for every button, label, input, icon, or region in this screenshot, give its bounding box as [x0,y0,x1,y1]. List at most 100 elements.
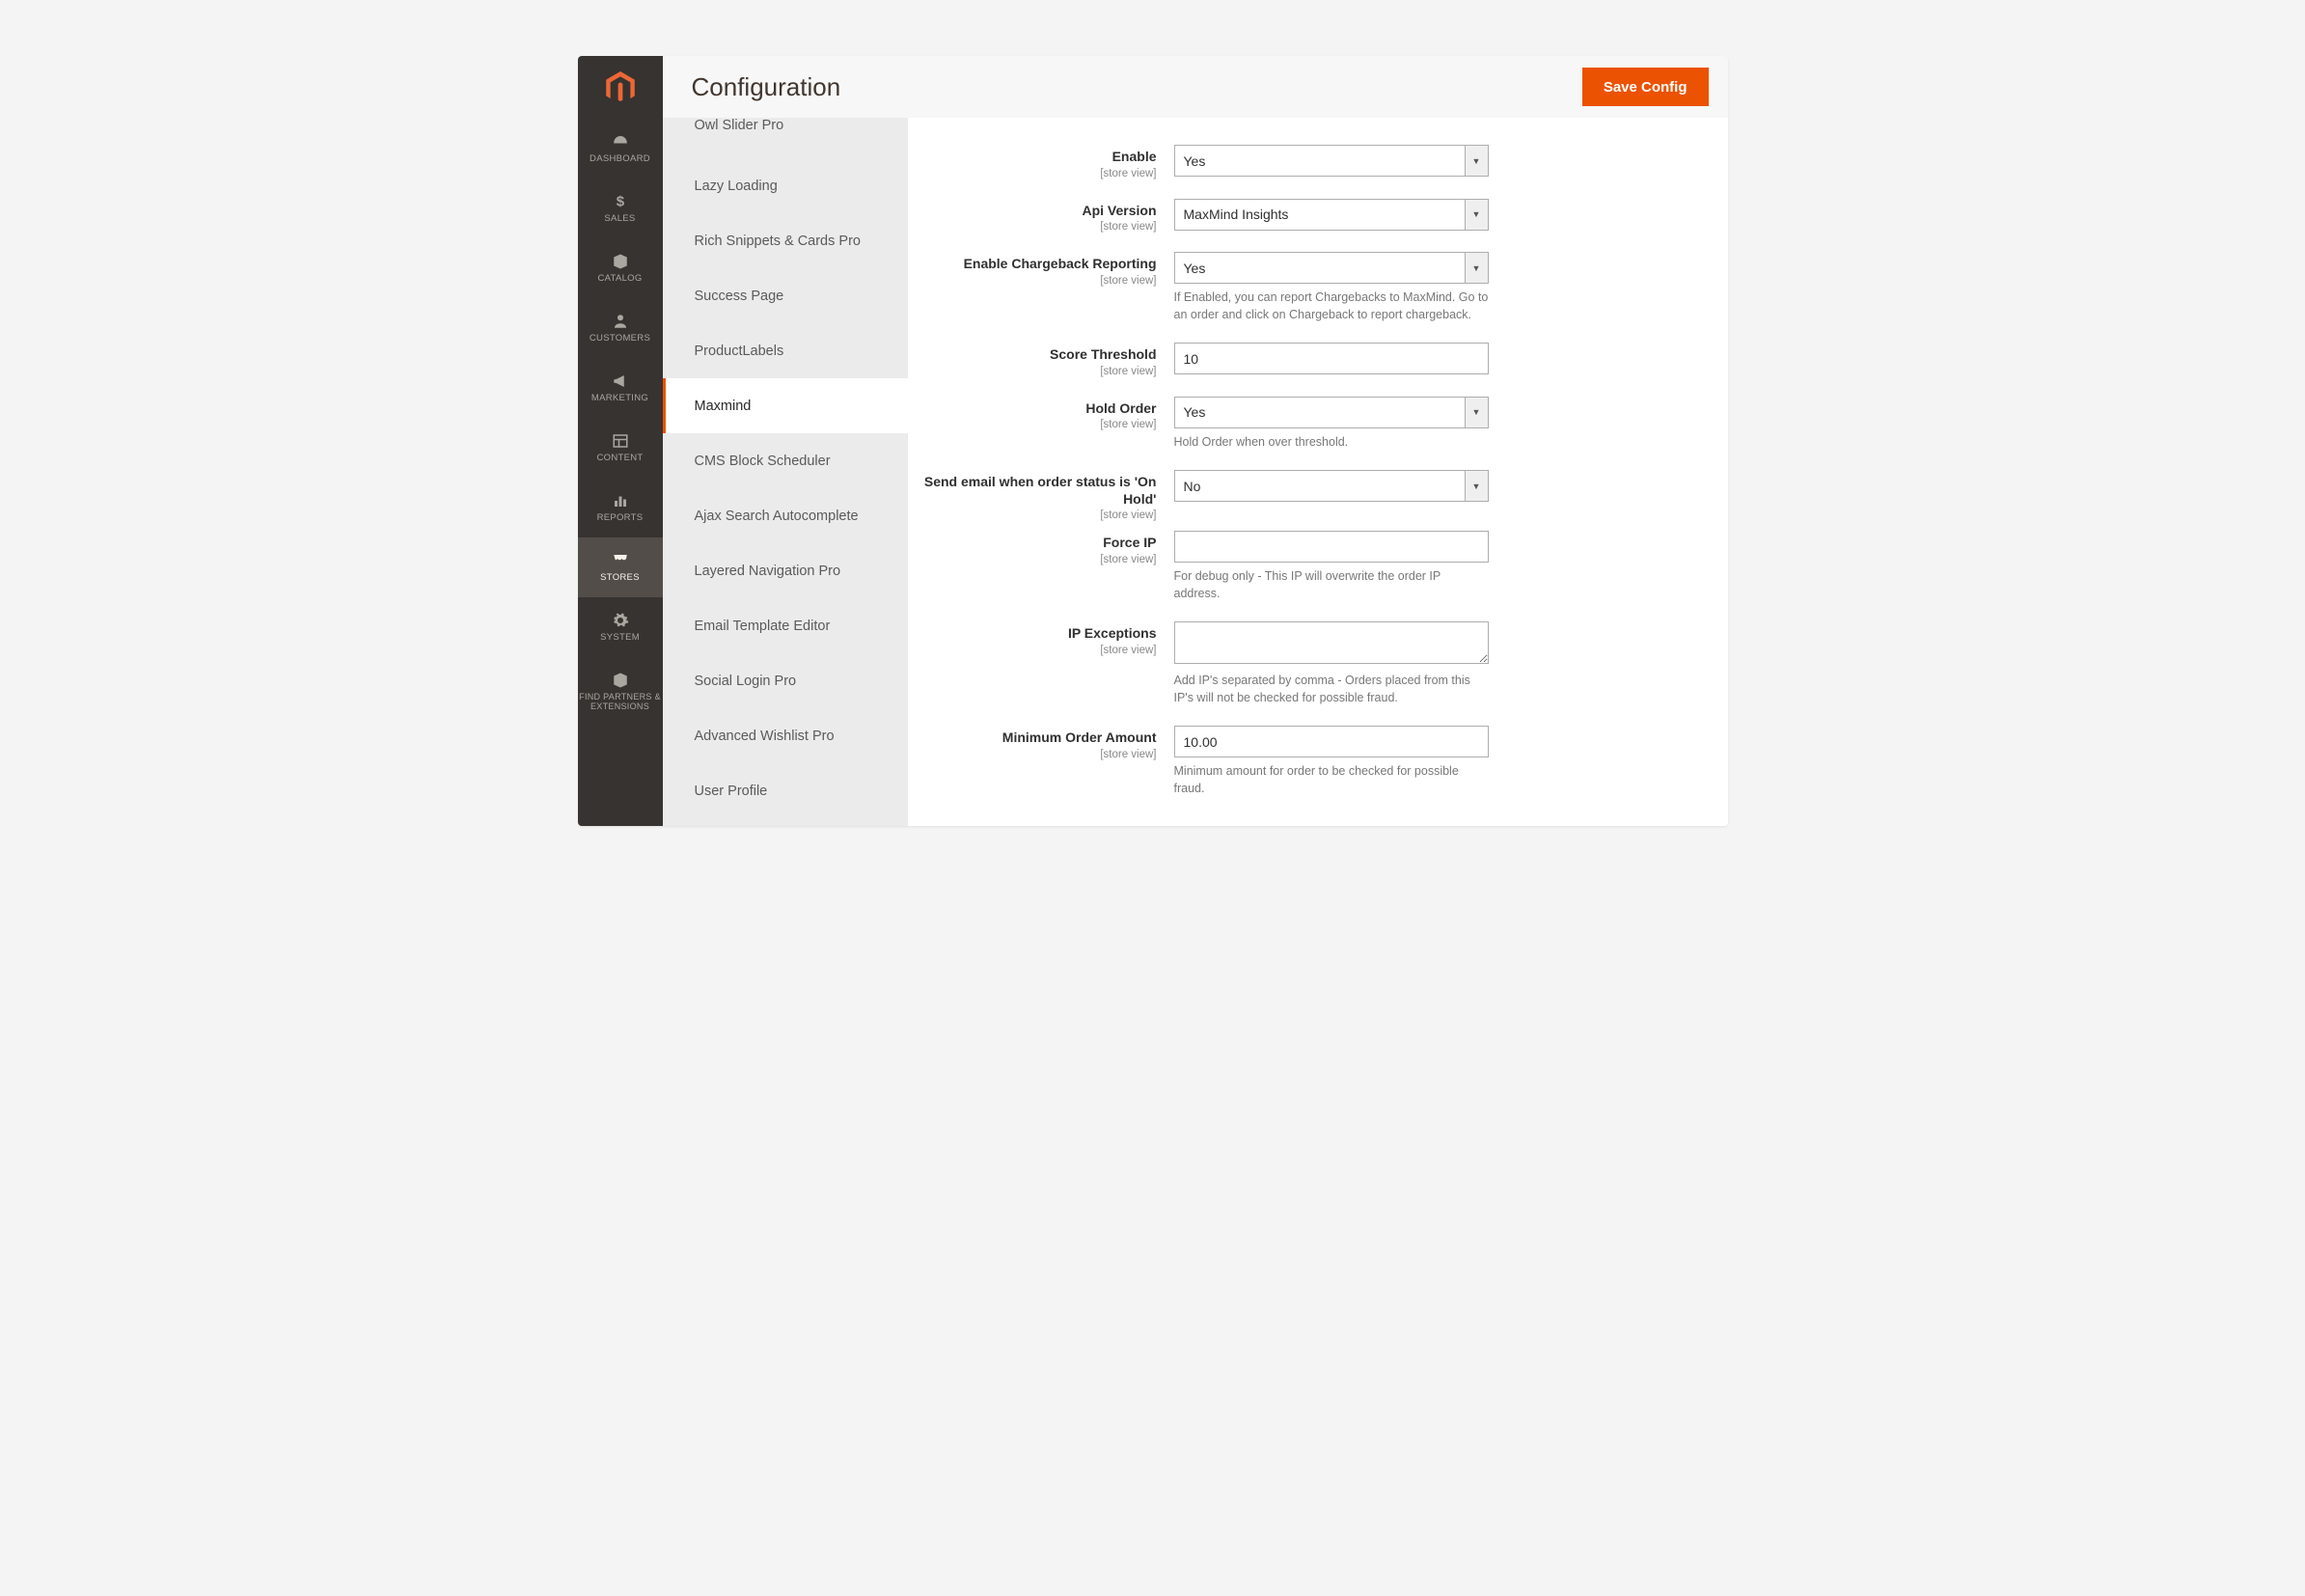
chevron-down-icon: ▼ [1465,253,1488,283]
field-ip-exceptions: IP Exceptions [store view] Add IP's separ… [923,621,1713,706]
nav-label: DASHBOARD [590,154,650,164]
nav-label: SYSTEM [600,633,640,643]
send-email-select[interactable]: No ▼ [1174,470,1489,502]
field-label: Enable [1112,149,1157,164]
select-value: No [1184,479,1201,494]
score-threshold-input[interactable] [1174,343,1489,374]
nav-label: FIND PARTNERS & EXTENSIONS [578,693,663,712]
store-icon [611,552,630,569]
field-score-threshold: Score Threshold [store view] [923,343,1713,377]
config-sections: Owl Slider Pro Lazy Loading Rich Snippet… [663,118,908,826]
section-maxmind[interactable]: Maxmind [663,378,908,433]
field-scope: [store view] [923,366,1157,377]
nav-partners[interactable]: FIND PARTNERS & EXTENSIONS [578,657,663,727]
section-social-login[interactable]: Social Login Pro [663,653,908,708]
field-label: Send email when order status is 'On Hold… [924,474,1157,507]
field-help: Minimum amount for order to be checked f… [1174,763,1489,797]
box-icon [611,253,630,270]
nav-label: CATALOG [597,274,642,284]
nav-label: CUSTOMERS [590,334,650,344]
field-scope: [store view] [923,168,1157,179]
chevron-down-icon: ▼ [1465,398,1488,427]
nav-marketing[interactable]: MARKETING [578,358,663,418]
select-value: Yes [1184,261,1206,276]
section-rich-snippets[interactable]: Rich Snippets & Cards Pro [663,213,908,268]
field-enable: Enable [store view] Yes ▼ [923,145,1713,179]
nav-label: REPORTS [597,513,644,523]
select-value: Yes [1184,153,1206,169]
chevron-down-icon: ▼ [1465,471,1488,501]
admin-sidebar: DASHBOARD $ SALES CATALOG CUSTOMERS MARKE… [578,56,663,826]
field-scope: [store view] [923,509,1157,521]
field-label: Api Version [1082,203,1156,218]
layout-icon [611,432,630,450]
megaphone-icon [611,372,630,390]
field-send-email: Send email when order status is 'On Hold… [923,470,1713,521]
save-config-button[interactable]: Save Config [1582,68,1709,106]
field-enable-chargeback: Enable Chargeback Reporting[store view] … [923,252,1713,323]
enable-chargeback-select[interactable]: Yes ▼ [1174,252,1489,284]
field-scope: [store view] [923,275,1157,287]
force-ip-input[interactable] [1174,531,1489,563]
section-success-page[interactable]: Success Page [663,268,908,323]
field-scope: [store view] [923,749,1157,760]
field-scope: [store view] [923,221,1157,233]
select-value: MaxMind Insights [1184,206,1289,222]
section-ajax-search[interactable]: Ajax Search Autocomplete [663,488,908,543]
page-title: Configuration [692,72,841,102]
svg-text:$: $ [616,193,624,209]
field-help: Hold Order when over threshold. [1174,434,1489,452]
magento-logo[interactable] [578,56,663,119]
chevron-down-icon: ▼ [1465,146,1488,176]
api-version-select[interactable]: MaxMind Insights▼ [1174,199,1489,231]
nav-customers[interactable]: CUSTOMERS [578,298,663,358]
field-label: Score Threshold [1050,346,1156,362]
section-wishlist[interactable]: Advanced Wishlist Pro [663,708,908,763]
enable-select[interactable]: Yes ▼ [1174,145,1489,177]
field-scope: [store view] [923,554,1157,565]
field-hold-order: Hold Order[store view] Yes▼ Hold Order w… [923,397,1713,452]
ip-exceptions-textarea[interactable] [1174,621,1489,664]
field-label: Enable Chargeback Reporting [964,256,1157,271]
nav-stores[interactable]: STORES [578,537,663,597]
nav-label: MARKETING [591,394,648,403]
field-help: For debug only - This IP will overwrite … [1174,568,1489,602]
select-value: Yes [1184,404,1206,420]
section-owl-slider[interactable]: Owl Slider Pro [663,118,908,158]
section-cms-scheduler[interactable]: CMS Block Scheduler [663,433,908,488]
field-force-ip: Force IP [store view] For debug only - Th… [923,531,1713,602]
field-scope: [store view] [923,419,1157,430]
nav-label: SALES [604,214,635,224]
field-min-order: Minimum Order Amount [store view] Minimum… [923,726,1713,797]
gear-icon [611,612,630,629]
main-area: Configuration Save Config Owl Slider Pro… [663,56,1728,826]
field-label: Minimum Order Amount [1002,729,1157,745]
field-help: Add IP's separated by comma - Orders pla… [1174,673,1489,706]
nav-reports[interactable]: REPORTS [578,478,663,537]
page-header: Configuration Save Config [663,56,1728,118]
min-order-input[interactable] [1174,726,1489,757]
nav-label: STORES [600,573,640,583]
section-layered-nav[interactable]: Layered Navigation Pro [663,543,908,598]
hold-order-select[interactable]: Yes ▼ [1174,397,1489,428]
puzzle-icon [611,672,630,689]
nav-system[interactable]: SYSTEM [578,597,663,657]
section-lazy-loading[interactable]: Lazy Loading [663,158,908,213]
nav-content[interactable]: CONTENT [578,418,663,478]
section-user-profile[interactable]: User Profile [663,763,908,818]
field-scope: [store view] [923,645,1157,656]
field-label: Force IP [1103,535,1156,550]
config-form: Enable [store view] Yes ▼ Api Version [stor… [908,118,1728,826]
nav-sales[interactable]: $ SALES [578,179,663,238]
nav-dashboard[interactable]: DASHBOARD [578,119,663,179]
magento-icon [606,71,635,104]
section-product-labels[interactable]: ProductLabels [663,323,908,378]
field-help: If Enabled, you can report Chargebacks t… [1174,289,1489,323]
section-email-template[interactable]: Email Template Editor [663,598,908,653]
field-label: IP Exceptions [1068,625,1157,641]
dollar-icon: $ [611,193,630,210]
nav-label: CONTENT [596,454,643,463]
nav-catalog[interactable]: CATALOG [578,238,663,298]
person-icon [611,313,630,330]
bars-icon [611,492,630,509]
